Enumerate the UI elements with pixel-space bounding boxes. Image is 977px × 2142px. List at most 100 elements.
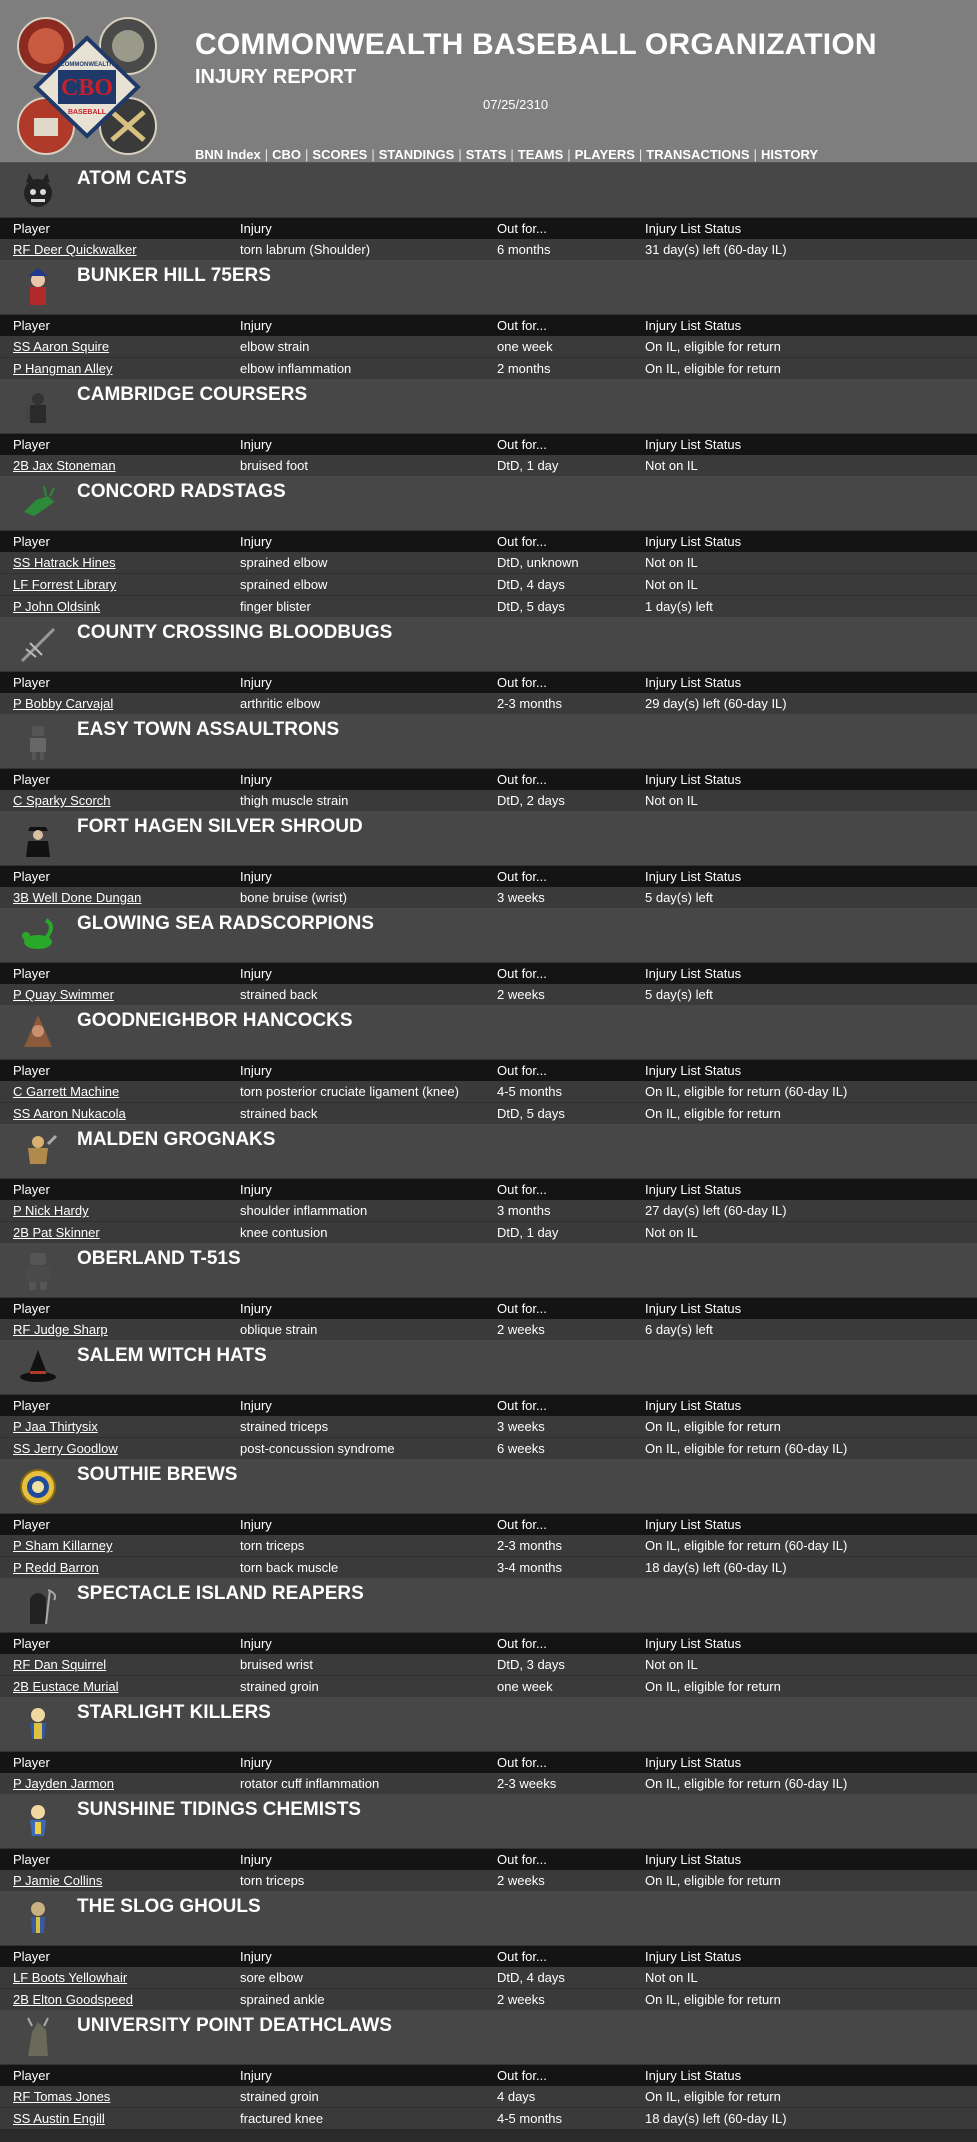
team-section-spectacle-island-reapers: SPECTACLE ISLAND REAPERS Player Injury Out … bbox=[0, 1578, 977, 1697]
vault-boy-mascot-icon[interactable] bbox=[14, 1703, 62, 1747]
out-for-cell: 2-3 weeks bbox=[497, 1776, 557, 1791]
player-link[interactable]: SS Jerry Goodlow bbox=[13, 1441, 118, 1456]
col-header-status: Injury List Status bbox=[632, 1395, 977, 1416]
hancock-mascot-icon[interactable] bbox=[14, 1011, 62, 1055]
player-link[interactable]: P Hangman Alley bbox=[13, 361, 113, 376]
player-link[interactable]: P Jayden Jarmon bbox=[13, 1776, 114, 1791]
injury-cell: strained back bbox=[240, 987, 318, 1002]
nav-link-scores[interactable]: SCORES bbox=[312, 147, 367, 162]
player-link[interactable]: C Sparky Scorch bbox=[13, 793, 111, 808]
player-link[interactable]: P Nick Hardy bbox=[13, 1203, 89, 1218]
player-link[interactable]: LF Boots Yellowhair bbox=[13, 1970, 127, 1985]
col-header-injury: Injury bbox=[227, 672, 484, 693]
table-header-row: Player Injury Out for... Injury List Status bbox=[0, 1946, 977, 1967]
ghoul-mascot-icon[interactable] bbox=[14, 1897, 62, 1941]
player-link[interactable]: 2B Elton Goodspeed bbox=[13, 1992, 133, 2007]
table-row: C Garrett Machine torn posterior cruciate… bbox=[0, 1081, 977, 1103]
reaper-mascot-icon[interactable] bbox=[14, 1584, 62, 1628]
out-for-cell: 3-4 months bbox=[484, 1556, 632, 1578]
cbo-logo-icon[interactable]: CBO COMMONWEALTH BASEBALL bbox=[12, 16, 162, 158]
col-header-injury: Injury bbox=[227, 434, 484, 455]
assaultron-mascot-icon[interactable] bbox=[14, 720, 62, 764]
player-link[interactable]: SS Aaron Nukacola bbox=[13, 1106, 126, 1121]
player-link[interactable]: LF Forrest Library bbox=[13, 577, 116, 592]
injury-table: Player Injury Out for... Injury List Status… bbox=[0, 769, 977, 811]
player-link[interactable]: SS Aaron Squire bbox=[13, 339, 109, 354]
injury-cell: bruised wrist bbox=[240, 1657, 313, 1672]
minuteman-mascot-icon[interactable] bbox=[14, 266, 62, 310]
player-link[interactable]: 3B Well Done Dungan bbox=[13, 890, 141, 905]
out-for-cell: 2-3 months bbox=[497, 1538, 563, 1553]
player-link[interactable]: 2B Eustace Murial bbox=[13, 1679, 119, 1694]
col-header-out: Out for... bbox=[484, 1752, 632, 1773]
witch-hat-mascot-icon[interactable] bbox=[14, 1346, 62, 1390]
team-section-malden-grognaks: MALDEN GROGNAKS Player Injury Out for... Inj… bbox=[0, 1124, 977, 1243]
radstag-mascot-icon[interactable] bbox=[14, 482, 62, 526]
player-link[interactable]: RF Dan Squirrel bbox=[13, 1657, 106, 1672]
table-header-row: Player Injury Out for... Injury List Status bbox=[0, 963, 977, 984]
player-cell: 2B Jax Stoneman bbox=[0, 455, 227, 476]
col-header-injury: Injury bbox=[227, 531, 484, 552]
nav-link-bnn-index[interactable]: BNN Index bbox=[195, 147, 261, 162]
out-for-cell: 4 days bbox=[497, 2089, 536, 2104]
player-link[interactable]: P Bobby Carvajal bbox=[13, 696, 113, 711]
team-name: GLOWING SEA RADSCORPIONS bbox=[77, 913, 374, 934]
col-header-player: Player bbox=[0, 769, 227, 790]
col-header-player: Player bbox=[0, 2065, 227, 2086]
nav-link-transactions[interactable]: TRANSACTIONS bbox=[646, 147, 749, 162]
player-link[interactable]: P Jaa Thirtysix bbox=[13, 1419, 98, 1434]
col-header-injury: Injury bbox=[227, 1060, 484, 1081]
nav-link-stats[interactable]: STATS bbox=[466, 147, 507, 162]
col-header-player: Player bbox=[0, 1179, 227, 1200]
team-section-fort-hagen-silver-shroud: FORT HAGEN SILVER SHROUD Player Injury Out … bbox=[0, 811, 977, 908]
deathclaw-mascot-icon[interactable] bbox=[14, 2016, 62, 2060]
courser-mascot-icon[interactable] bbox=[14, 385, 62, 429]
player-link[interactable]: RF Judge Sharp bbox=[13, 1322, 108, 1337]
injury-table: Player Injury Out for... Injury List Status… bbox=[0, 315, 977, 379]
bottle-cap-mascot-icon[interactable] bbox=[14, 1465, 62, 1509]
col-header-player: Player bbox=[0, 963, 227, 984]
player-link[interactable]: C Garrett Machine bbox=[13, 1084, 119, 1099]
player-link[interactable]: 2B Pat Skinner bbox=[13, 1225, 100, 1240]
player-link[interactable]: P Quay Swimmer bbox=[13, 987, 114, 1002]
nav-link-players[interactable]: PLAYERS bbox=[575, 147, 635, 162]
out-for-cell: DtD, 4 days bbox=[484, 573, 632, 596]
nav-link-teams[interactable]: TEAMS bbox=[518, 147, 564, 162]
power-armor-mascot-icon[interactable] bbox=[14, 1249, 62, 1293]
chemist-mascot-icon[interactable] bbox=[14, 1800, 62, 1844]
cat-mascot-icon[interactable] bbox=[14, 169, 62, 213]
bloodbug-mascot-icon[interactable] bbox=[14, 623, 62, 667]
col-header-out: Out for... bbox=[484, 769, 632, 790]
page-subtitle: INJURY REPORT bbox=[195, 66, 357, 88]
player-link[interactable]: SS Hatrack Hines bbox=[13, 555, 116, 570]
injury-table: Player Injury Out for... Injury List Status… bbox=[0, 1946, 977, 2010]
out-for-cell: 6 weeks bbox=[484, 1437, 632, 1459]
col-header-status: Injury List Status bbox=[632, 1633, 977, 1654]
grognak-mascot-icon[interactable] bbox=[14, 1130, 62, 1174]
player-link[interactable]: RF Tomas Jones bbox=[13, 2089, 110, 2104]
player-link[interactable]: P John Oldsink bbox=[13, 599, 100, 614]
injury-cell: elbow inflammation bbox=[227, 357, 484, 379]
col-header-injury: Injury bbox=[227, 963, 484, 984]
col-header-injury: Injury bbox=[227, 1395, 484, 1416]
radscorpion-mascot-icon[interactable] bbox=[14, 914, 62, 958]
col-header-out: Out for... bbox=[484, 1946, 632, 1967]
player-link[interactable]: 2B Jax Stoneman bbox=[13, 458, 116, 473]
table-row: P Jamie Collins torn triceps 2 weeks On IL,… bbox=[0, 1870, 977, 1891]
teams-list: ATOM CATS Player Injury Out for... Injury Li… bbox=[0, 163, 977, 2129]
nav-separator: | bbox=[638, 147, 643, 162]
col-header-status: Injury List Status bbox=[632, 769, 977, 790]
player-link[interactable]: SS Austin Engill bbox=[13, 2111, 105, 2126]
player-link[interactable]: P Sham Killarney bbox=[13, 1538, 112, 1553]
injury-table: Player Injury Out for... Injury List Status… bbox=[0, 1514, 977, 1578]
nav-link-standings[interactable]: STANDINGS bbox=[379, 147, 455, 162]
table-header-row: Player Injury Out for... Injury List Status bbox=[0, 1849, 977, 1870]
player-link[interactable]: P Jamie Collins bbox=[13, 1873, 102, 1888]
nav-separator: | bbox=[264, 147, 269, 162]
nav-link-cbo[interactable]: CBO bbox=[272, 147, 301, 162]
player-link[interactable]: RF Deer Quickwalker bbox=[13, 242, 137, 257]
col-header-player: Player bbox=[0, 672, 227, 693]
player-link[interactable]: P Redd Barron bbox=[13, 1560, 99, 1575]
nav-link-history[interactable]: HISTORY bbox=[761, 147, 818, 162]
silver-shroud-mascot-icon[interactable] bbox=[14, 817, 62, 861]
